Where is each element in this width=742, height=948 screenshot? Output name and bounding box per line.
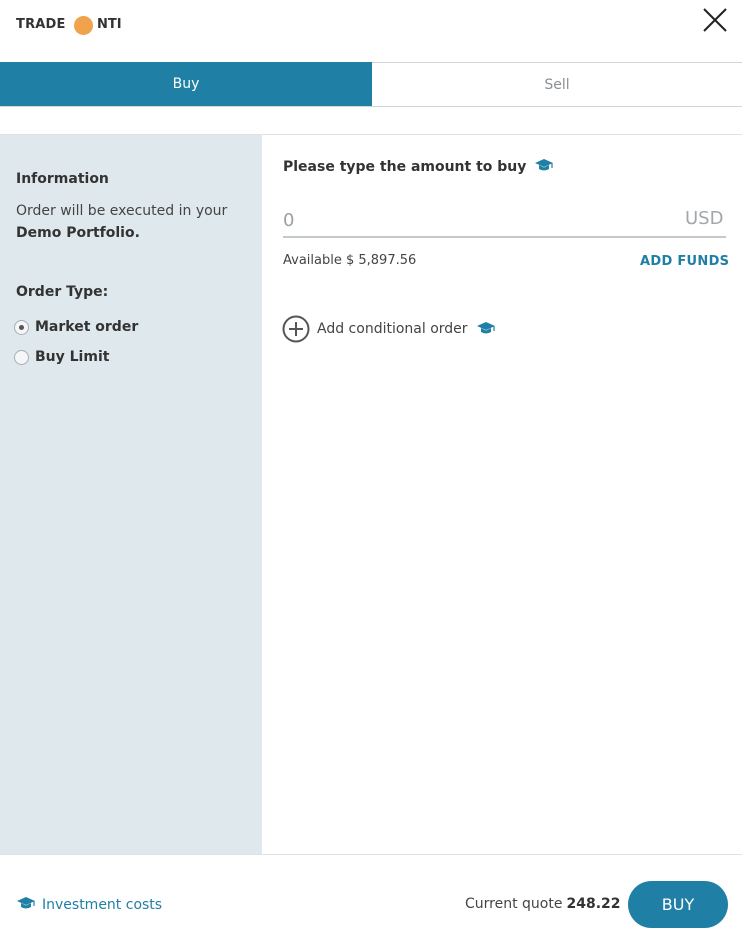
quote-label: Current quote <box>465 896 563 912</box>
order-type-limit[interactable]: Buy Limit <box>14 347 109 367</box>
info-sidebar: Information Order will be executed in yo… <box>0 135 262 855</box>
tab-buy[interactable]: Buy <box>0 62 372 106</box>
amount-title: Please type the amount to buy <box>283 158 554 176</box>
graduation-cap-icon <box>16 895 36 914</box>
radio-buy-limit[interactable] <box>14 349 29 365</box>
investment-costs-link[interactable]: Investment costs <box>16 895 162 914</box>
amount-input[interactable] <box>283 205 726 238</box>
order-type-market[interactable]: Market order <box>14 317 138 337</box>
graduation-cap-icon[interactable] <box>476 320 496 339</box>
investment-costs-label: Investment costs <box>42 896 163 913</box>
tab-sell[interactable]: Sell <box>372 62 742 106</box>
info-text: Order will be executed in your Demo Port… <box>16 200 251 244</box>
trade-label: TRADE <box>16 17 66 32</box>
currency-label: USD <box>685 208 724 229</box>
close-icon <box>703 8 727 32</box>
radio-label-market-order: Market order <box>35 319 139 335</box>
add-funds-link[interactable]: ADD FUNDS <box>640 254 729 269</box>
quote-value: 248.22 <box>566 896 621 912</box>
order-type-title: Order Type: <box>16 284 109 300</box>
buy-button[interactable]: BUY <box>628 881 728 928</box>
conditional-order-label: Add conditional order <box>317 321 468 337</box>
trade-tabs: Buy Sell <box>0 62 742 107</box>
ticker-dot-icon <box>74 16 93 35</box>
info-portfolio: Demo Portfolio. <box>16 225 140 241</box>
current-quote: Current quote 248.22 <box>465 896 621 912</box>
ticker-label: NTI <box>97 17 122 32</box>
amount-title-text: Please type the amount to buy <box>283 159 527 175</box>
header: TRADE NTI <box>0 0 742 48</box>
available-balance: Available $ 5,897.56 <box>283 253 417 268</box>
radio-market-order[interactable] <box>14 319 29 335</box>
info-title: Information <box>16 171 109 187</box>
radio-label-buy-limit: Buy Limit <box>35 349 110 365</box>
add-conditional-order[interactable]: Add conditional order <box>282 315 496 343</box>
info-text-body: Order will be executed in your <box>16 203 228 219</box>
order-form: Please type the amount to buy USD Availa… <box>262 135 742 855</box>
footer: Investment costs Current quote 248.22 BUY <box>0 855 742 948</box>
plus-circle-icon <box>282 315 310 343</box>
graduation-cap-icon[interactable] <box>534 158 554 176</box>
close-button[interactable] <box>702 7 728 33</box>
